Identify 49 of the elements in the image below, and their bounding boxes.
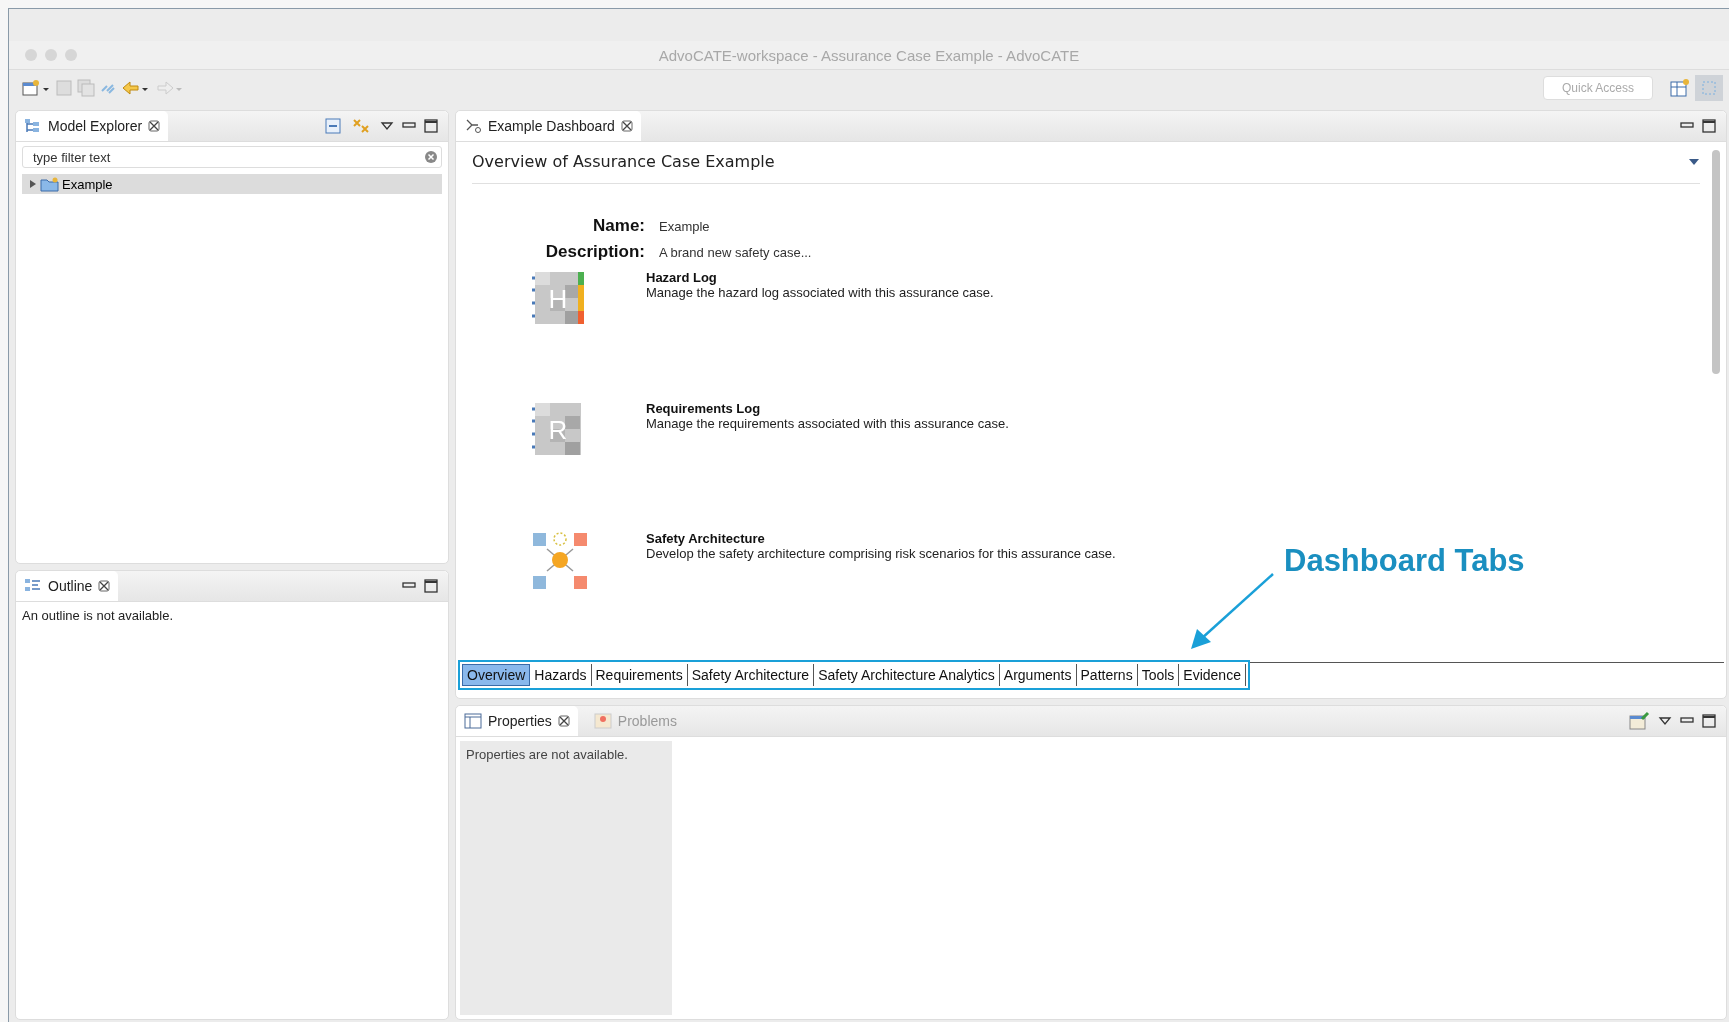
properties-view-tab[interactable]: Properties [456, 706, 578, 736]
close-icon[interactable] [557, 715, 570, 727]
clear-icon[interactable] [424, 150, 438, 164]
tree-item[interactable]: Example [22, 174, 442, 194]
safety-architecture-icon[interactable] [532, 531, 588, 592]
field-label: Name: [592, 216, 645, 236]
filter-field[interactable]: type filter text [22, 146, 442, 168]
section-description: Manage the hazard log associated with this assurance case. [646, 285, 994, 300]
open-perspective-icon[interactable] [1669, 78, 1691, 98]
pin-view-icon[interactable] [1628, 711, 1650, 731]
table-icon [464, 713, 482, 729]
maximize-icon[interactable] [424, 579, 438, 593]
collapse-all-icon[interactable] [324, 117, 342, 135]
warning-list-icon [593, 713, 612, 729]
view-menu-icon[interactable] [380, 120, 394, 132]
scrollbar-thumb[interactable] [1712, 150, 1720, 374]
section-title[interactable]: Safety Architecture [646, 531, 1116, 547]
field-value: A brand new safety case... [659, 245, 813, 260]
model-explorer-tab[interactable]: Model Explorer [16, 111, 169, 141]
expand-arrow-icon[interactable] [28, 179, 38, 189]
window-title: AdvoCATE-workspace - Assurance Case Example - AdvoCATE [658, 46, 1080, 64]
close-icon[interactable] [148, 120, 161, 132]
outline-icon [24, 578, 42, 594]
maximize-icon[interactable] [424, 119, 438, 133]
close-icon[interactable] [98, 580, 111, 592]
diagram-icon [464, 118, 482, 134]
section-title[interactable]: Requirements Log [646, 400, 1009, 416]
dashboard-tab[interactable]: Example Dashboard [456, 111, 641, 141]
quick-access-field[interactable]: Quick Access [1543, 76, 1653, 100]
section-description: Manage the requirements associated with this assurance case. [646, 415, 1009, 431]
maximize-icon[interactable] [1702, 714, 1716, 728]
field-label: Description: [544, 242, 645, 262]
dashboard-heading: Overview of Assurance Case Example [472, 152, 775, 171]
properties-message: Properties are not available. [460, 741, 672, 1015]
section-title[interactable]: Hazard Log [646, 270, 994, 285]
new-file-icon[interactable] [21, 79, 51, 97]
close-icon[interactable] [620, 120, 633, 132]
view-menu-icon[interactable] [1658, 715, 1672, 727]
outline-tab[interactable]: Outline [16, 571, 119, 601]
field-value: Example [659, 219, 711, 234]
dropdown-arrow-icon[interactable] [1688, 157, 1700, 166]
folder-icon [40, 176, 60, 192]
dashboard-page-tab[interactable]: Overview [462, 664, 531, 686]
section-description: Develop the safety architecture comprising risk scenarios for this assurance case. [646, 546, 1116, 562]
tree-icon [24, 118, 42, 134]
outline-message: An outline is not available. [21, 607, 175, 625]
maximize-icon[interactable] [1702, 119, 1716, 133]
back-arrow-icon[interactable] [121, 79, 151, 97]
annotation-label: Dashboard Tabs [1284, 543, 1525, 579]
